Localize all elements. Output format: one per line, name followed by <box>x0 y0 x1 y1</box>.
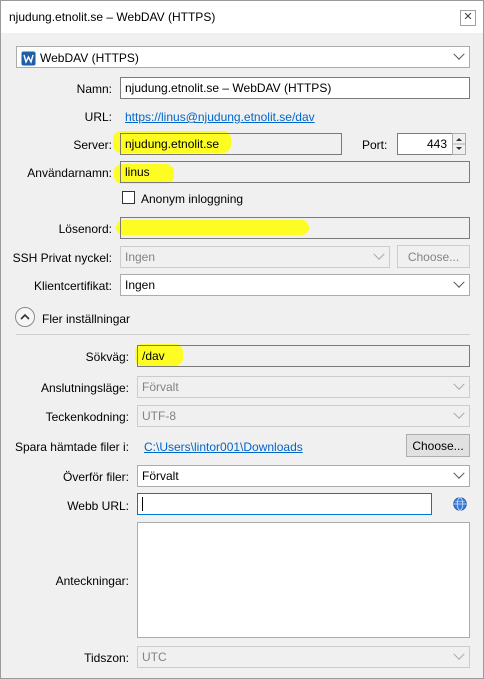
section-divider <box>16 334 470 335</box>
connection-mode-value: Förvalt <box>142 380 179 394</box>
ssh-key-select[interactable]: Ingen <box>120 246 390 268</box>
name-input[interactable]: njudung.etnolit.se – WebDAV (HTTPS) <box>120 77 470 99</box>
username-input[interactable]: linus <box>120 161 470 183</box>
web-url-input[interactable] <box>137 493 432 515</box>
port-label: Port: <box>362 138 388 152</box>
close-button[interactable]: ✕ <box>460 10 476 26</box>
timezone-label: Tidszon: <box>84 651 129 665</box>
ssh-key-value: Ingen <box>125 250 156 264</box>
password-label: Lösenord: <box>58 222 112 236</box>
connection-mode-select[interactable]: Förvalt <box>137 376 470 398</box>
stepper-up-icon <box>456 138 462 141</box>
timezone-select[interactable]: UTC <box>137 646 470 668</box>
connection-mode-label: Anslutningsläge: <box>40 381 129 395</box>
chevron-down-icon <box>453 276 465 288</box>
download-folder-link[interactable]: C:\Users\lintor001\Downloads <box>144 440 303 454</box>
path-label: Sökväg: <box>85 350 129 364</box>
transfer-files-label: Överför filer: <box>62 470 129 484</box>
more-settings-toggle[interactable] <box>15 307 35 327</box>
port-input[interactable]: 443 <box>397 133 453 155</box>
transfer-files-select[interactable]: Förvalt <box>137 465 470 487</box>
chevron-down-icon <box>453 648 465 660</box>
stepper-down-icon <box>456 147 462 150</box>
chevron-up-icon <box>20 313 30 320</box>
server-label: Server: <box>73 138 112 152</box>
close-icon: ✕ <box>463 11 473 23</box>
notes-label: Anteckningar: <box>55 574 129 588</box>
encoding-select[interactable]: UTF-8 <box>137 405 470 427</box>
anonymous-checkbox[interactable] <box>122 191 135 204</box>
url-link[interactable]: https://linus@njudung.etnolit.se/dav <box>125 110 315 124</box>
transfer-files-value: Förvalt <box>142 469 179 483</box>
chevron-down-icon <box>373 248 385 260</box>
ssh-choose-label: Choose... <box>407 250 460 264</box>
path-input[interactable]: /dav <box>137 345 470 367</box>
server-input[interactable]: njudung.etnolit.se <box>120 133 342 155</box>
chevron-down-icon <box>453 407 465 419</box>
chevron-down-icon <box>453 378 465 390</box>
protocol-value: WebDAV (HTTPS) <box>40 51 139 65</box>
webdav-globe-icon <box>21 51 36 66</box>
text-cursor <box>142 497 143 511</box>
port-stepper[interactable] <box>452 133 466 155</box>
encoding-label: Teckenkodning: <box>45 410 129 424</box>
url-label: URL: <box>84 110 112 124</box>
port-input-value: 443 <box>426 137 447 151</box>
ssh-choose-button[interactable]: Choose... <box>397 245 470 268</box>
protocol-select[interactable]: WebDAV (HTTPS) <box>16 46 470 68</box>
download-choose-button[interactable]: Choose... <box>406 434 470 457</box>
timezone-value: UTC <box>142 650 167 664</box>
download-folder-label: Spara hämtade filer i: <box>14 440 129 454</box>
notes-textarea[interactable] <box>137 522 470 638</box>
path-input-value: /dav <box>142 349 165 363</box>
password-input[interactable] <box>120 217 470 239</box>
download-choose-label: Choose... <box>412 439 464 453</box>
web-url-label: Webb URL: <box>67 499 129 513</box>
server-input-value: njudung.etnolit.se <box>125 137 220 151</box>
more-settings-label[interactable]: Fler inställningar <box>42 312 130 326</box>
anonymous-label[interactable]: Anonym inloggning <box>141 192 243 206</box>
chevron-down-icon <box>453 467 465 479</box>
ssh-key-label: SSH Privat nyckel: <box>12 251 112 265</box>
client-cert-select[interactable]: Ingen <box>120 274 470 296</box>
window-title: njudung.etnolit.se – WebDAV (HTTPS) <box>9 10 216 24</box>
username-label: Användarnamn: <box>27 166 112 180</box>
chevron-down-icon <box>453 48 465 60</box>
encoding-value: UTF-8 <box>142 409 176 423</box>
username-input-value: linus <box>125 165 150 179</box>
title-bar: njudung.etnolit.se – WebDAV (HTTPS) ✕ <box>1 1 483 33</box>
bookmark-dialog: njudung.etnolit.se – WebDAV (HTTPS) ✕ We… <box>0 0 484 679</box>
name-input-value: njudung.etnolit.se – WebDAV (HTTPS) <box>125 81 332 95</box>
client-cert-label: Klientcertifikat: <box>33 279 112 293</box>
client-cert-value: Ingen <box>125 278 156 292</box>
name-label: Namn: <box>76 82 112 96</box>
globe-icon[interactable] <box>453 497 467 511</box>
